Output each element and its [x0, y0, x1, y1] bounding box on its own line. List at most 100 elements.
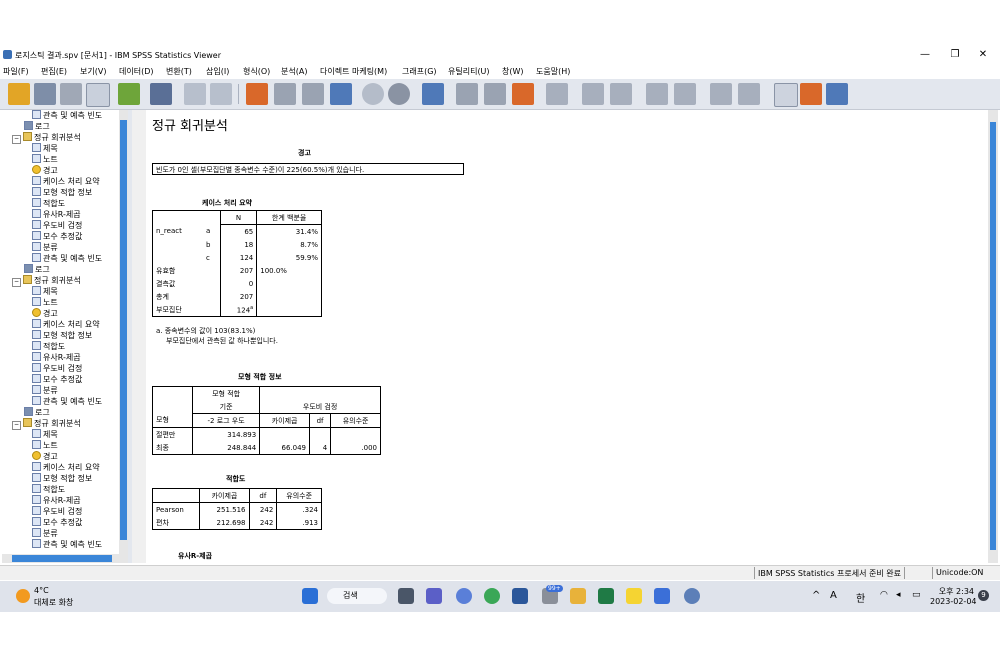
chrome-icon[interactable] — [484, 588, 500, 604]
insert-heading-icon[interactable] — [774, 83, 798, 107]
tree-item-regression[interactable]: − 정규 회귀분석 — [12, 418, 81, 430]
tree-item-log[interactable]: 로그 — [24, 264, 50, 275]
tree-item-lr-test[interactable]: 우도비 검정 — [32, 506, 82, 517]
input-mode-a[interactable]: A — [830, 590, 837, 601]
notification-count[interactable]: 9 — [978, 590, 989, 601]
close-button[interactable]: ✕ — [970, 48, 996, 61]
tree-item-observed-predicted[interactable]: 관측 및 예측 빈도 — [32, 110, 102, 121]
goto-case-icon[interactable] — [274, 83, 296, 105]
maximize-button[interactable]: ❐ — [942, 48, 968, 61]
output-vertical-scrollbar[interactable] — [988, 110, 998, 563]
tree-item-param[interactable]: 모수 추정값 — [32, 231, 82, 242]
volume-icon[interactable]: ◂ — [896, 590, 901, 600]
tree-item-title[interactable]: 제목 — [32, 429, 58, 440]
menu-insert[interactable]: 삽입(I) — [206, 66, 229, 77]
tree-item-warning[interactable]: 경고 — [32, 451, 58, 462]
tree-item-case-summary[interactable]: 케이스 처리 요약 — [32, 462, 100, 473]
variables-icon[interactable] — [302, 83, 324, 105]
tree-item-classification[interactable]: 분류 — [32, 242, 58, 253]
insert-page-icon[interactable] — [826, 83, 848, 105]
expand-plus-icon[interactable] — [646, 83, 668, 105]
scroll-thumb[interactable] — [120, 120, 127, 540]
menu-direct-marketing[interactable]: 다이렉트 마케팅(M) — [320, 66, 387, 77]
taskbar-search[interactable]: 검색 — [327, 588, 387, 604]
menu-format[interactable]: 형식(O) — [243, 66, 270, 77]
tree-item-case-summary[interactable]: 케이스 처리 요약 — [32, 176, 100, 187]
hide-icon[interactable] — [738, 83, 760, 105]
tree-item-case-summary[interactable]: 케이스 처리 요약 — [32, 319, 100, 330]
redo-icon[interactable] — [210, 83, 232, 105]
tree-item-pseudo-r2[interactable]: 유사R-제곱 — [32, 209, 81, 220]
minimize-button[interactable]: — — [912, 48, 938, 61]
tree-item-classification[interactable]: 분류 — [32, 528, 58, 539]
collapse-icon[interactable]: − — [12, 278, 21, 287]
insert-text-icon[interactable] — [546, 83, 568, 105]
tree-item-log[interactable]: 로그 — [24, 121, 50, 132]
collapse-icon[interactable]: − — [12, 421, 21, 430]
tree-item-model-fit[interactable]: 모형 적합 정보 — [32, 473, 92, 484]
menu-file[interactable]: 파일(F) — [3, 66, 29, 77]
menu-transform[interactable]: 변환(T) — [166, 66, 192, 77]
scroll-thumb[interactable] — [990, 122, 996, 550]
tree-item-notes[interactable]: 노트 — [32, 297, 58, 308]
tree-item-classification[interactable]: 분류 — [32, 385, 58, 396]
file-explorer-icon[interactable] — [570, 588, 586, 604]
kakaotalk-icon[interactable] — [626, 588, 642, 604]
value-labels-icon[interactable] — [330, 83, 352, 105]
chevron-up-icon[interactable]: ^ — [812, 590, 820, 601]
menu-view[interactable]: 보기(V) — [80, 66, 106, 77]
tree-item-observed-predicted[interactable]: 관측 및 예측 빈도 — [32, 396, 102, 407]
collapse-icon[interactable]: − — [12, 135, 21, 144]
tree-item-goodness[interactable]: 적합도 — [32, 341, 65, 352]
goto-data-icon[interactable] — [246, 83, 268, 105]
profile-icon[interactable] — [456, 588, 472, 604]
insert-title-icon[interactable] — [800, 83, 822, 105]
undo-icon[interactable] — [184, 83, 206, 105]
print-preview-icon[interactable] — [86, 83, 110, 107]
collapse-minus-icon[interactable] — [674, 83, 696, 105]
tree-horizontal-scrollbar[interactable] — [2, 554, 128, 563]
tree-item-observed-predicted[interactable]: 관측 및 예측 빈도 — [32, 253, 102, 264]
tree-item-title[interactable]: 제목 — [32, 143, 58, 154]
show-icon[interactable] — [710, 83, 732, 105]
tree-item-param[interactable]: 모수 추정값 — [32, 517, 82, 528]
open-folder-icon[interactable] — [8, 83, 30, 105]
teams-icon[interactable] — [426, 588, 442, 604]
input-language[interactable]: 한 — [856, 590, 865, 605]
tree-item-lr-test[interactable]: 우도비 검정 — [32, 363, 82, 374]
clock-time[interactable]: 오후 2:34 — [930, 586, 974, 597]
tree-item-warning[interactable]: 경고 — [32, 308, 58, 319]
tree-item-pseudo-r2[interactable]: 유사R-제곱 — [32, 495, 81, 506]
new-output-icon[interactable] — [512, 83, 534, 105]
menu-graphs[interactable]: 그래프(G) — [402, 66, 437, 77]
wifi-icon[interactable]: ◠ — [880, 590, 888, 600]
tree-item-observed-predicted[interactable]: 관측 및 예측 빈도 — [32, 539, 102, 550]
tree-item-title[interactable]: 제목 — [32, 286, 58, 297]
tree-item-goodness[interactable]: 적합도 — [32, 484, 65, 495]
spss-taskbar-icon[interactable] — [684, 588, 700, 604]
tree-item-regression[interactable]: − 정규 회귀분석 — [12, 275, 81, 287]
use-sets-icon[interactable] — [362, 83, 384, 105]
tree-item-regression[interactable]: − 정규 회귀분석 — [12, 132, 81, 144]
menu-data[interactable]: 데이터(D) — [119, 66, 153, 77]
tree-item-model-fit[interactable]: 모형 적합 정보 — [32, 187, 92, 198]
menu-help[interactable]: 도움말(H) — [536, 66, 570, 77]
tree-item-notes[interactable]: 노트 — [32, 440, 58, 451]
arrow-left-icon[interactable] — [582, 83, 604, 105]
tree-item-log[interactable]: 로그 — [24, 407, 50, 418]
weather-temp[interactable]: 4°C — [34, 586, 49, 595]
export-icon[interactable] — [118, 83, 140, 105]
tree-item-lr-test[interactable]: 우도비 검정 — [32, 220, 82, 231]
tree-item-warning[interactable]: 경고 — [32, 165, 58, 176]
show-all-icon[interactable] — [388, 83, 410, 105]
arrow-right-icon[interactable] — [610, 83, 632, 105]
weather-desc[interactable]: 대체로 화창 — [34, 597, 73, 608]
word-icon[interactable] — [512, 588, 528, 604]
tree-vertical-scrollbar[interactable] — [119, 110, 128, 554]
menu-window[interactable]: 창(W) — [502, 66, 524, 77]
windows-start-icon[interactable] — [302, 588, 318, 604]
task-view-icon[interactable] — [398, 588, 414, 604]
demote-icon[interactable] — [484, 83, 506, 105]
promote-icon[interactable] — [456, 83, 478, 105]
tree-item-param[interactable]: 모수 추정값 — [32, 374, 82, 385]
